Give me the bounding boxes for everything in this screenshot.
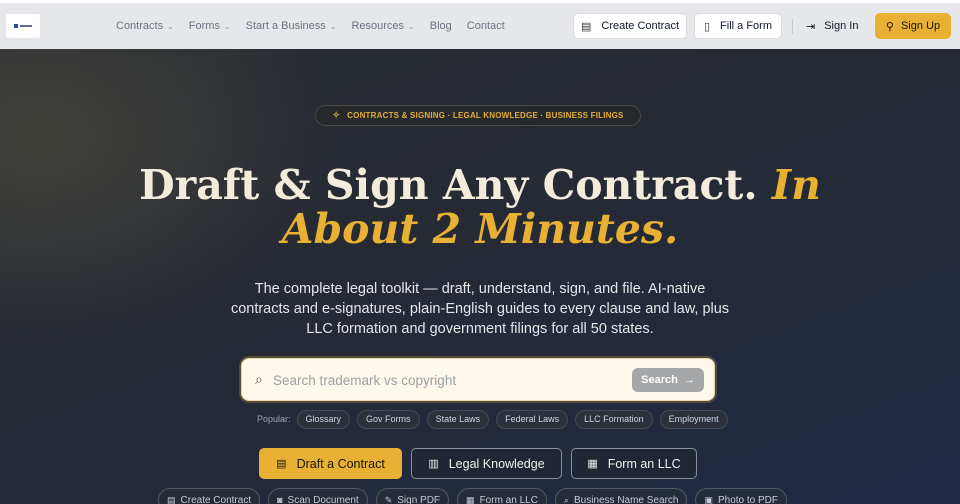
search-input[interactable]	[273, 369, 613, 391]
form-llc-label: Form an LLC	[607, 456, 681, 471]
nav-contracts-label: Contracts	[116, 20, 164, 32]
search-bar: ⌕ Search →	[241, 358, 715, 401]
tool-label: Form an LLC	[479, 494, 538, 504]
chevron-down-icon: ⌄	[223, 21, 231, 31]
nav-contracts[interactable]: Contracts ⌄	[116, 20, 174, 32]
search-button-label: Search	[641, 374, 678, 386]
tool-create-contract[interactable]: ▤ Create Contract	[158, 488, 261, 504]
image-icon: ▣	[704, 494, 713, 504]
arrow-right-icon: →	[683, 374, 695, 386]
nav-forms-label: Forms	[188, 20, 220, 32]
tool-label: Photo to PDF	[717, 494, 779, 504]
nav-contact-label: Contact	[466, 20, 505, 32]
draft-contract-button[interactable]: ▤ Draft a Contract	[259, 448, 402, 479]
user-plus-icon: ⚲	[885, 20, 894, 33]
nav-divider	[792, 19, 793, 34]
chevron-down-icon: ⌄	[329, 21, 337, 31]
sign-up-button[interactable]: ⚲ Sign Up	[875, 13, 951, 39]
create-contract-button[interactable]: ▤ Create Contract	[573, 13, 687, 39]
popular-chip[interactable]: Federal Laws	[496, 409, 569, 429]
hero-subtitle: The complete legal toolkit — draft, unde…	[230, 281, 730, 337]
popular-chip[interactable]: State Laws	[426, 409, 490, 429]
popular-chip[interactable]: Gov Forms	[357, 409, 420, 429]
form-llc-button[interactable]: ▦ Form an LLC	[571, 448, 697, 479]
form-icon: ▯	[703, 20, 711, 33]
nav-links: Contracts ⌄ Forms ⌄ Start a Business ⌄ R…	[116, 3, 520, 49]
fill-form-label: Fill a Form	[720, 20, 772, 32]
camera-icon: ◙	[277, 495, 283, 504]
document-icon: ▤	[167, 494, 176, 504]
tool-form-llc[interactable]: ▦ Form an LLC	[457, 488, 547, 504]
sign-in-label: Sign In	[824, 20, 859, 32]
chevron-down-icon: ⌄	[408, 21, 415, 31]
nav-contact[interactable]: Contact	[467, 20, 505, 32]
tagline-text: CONTRACTS & SIGNING · LEGAL KNOWLEDGE · …	[347, 111, 624, 120]
nav-blog-label: Blog	[429, 20, 452, 32]
logo-mark	[14, 24, 18, 28]
tool-sign-pdf[interactable]: ✎ Sign PDF	[375, 488, 450, 504]
create-contract-label: Create Contract	[601, 20, 680, 32]
document-icon: ▤	[276, 458, 287, 470]
document-icon: ▤	[580, 20, 592, 33]
nav-forms[interactable]: Forms ⌄	[189, 20, 231, 32]
nav-blog[interactable]: Blog	[430, 20, 452, 32]
headline-line-2: About 2 Minutes.	[281, 205, 679, 253]
tool-label: Sign PDF	[397, 494, 441, 504]
fill-form-button[interactable]: ▯ Fill a Form	[694, 13, 782, 39]
tool-label: Business Name Search	[573, 494, 679, 504]
sign-in-button[interactable]: ⇥ Sign In	[806, 13, 858, 39]
book-icon: ▥	[428, 458, 439, 470]
logo[interactable]	[6, 14, 40, 38]
tool-label: Scan Document	[287, 494, 359, 504]
popular-searches: Popular: Glossary Gov Forms State Laws F…	[257, 409, 735, 429]
sparkle-icon: ✧	[332, 110, 341, 120]
building-icon: ▦	[587, 458, 598, 470]
legal-knowledge-label: Legal Knowledge	[448, 456, 545, 471]
nav-start-business[interactable]: Start a Business ⌄	[246, 20, 337, 32]
search-icon: ⌕	[255, 371, 263, 387]
quick-tools: ▤ Create Contract ◙ Scan Document ✎ Sign…	[158, 488, 795, 504]
nav-start-business-label: Start a Business	[245, 20, 326, 32]
sign-in-icon: ⇥	[806, 20, 816, 33]
pen-icon: ✎	[384, 494, 393, 504]
popular-label: Popular:	[257, 414, 291, 424]
tool-label: Create Contract	[180, 494, 252, 504]
headline-accent: In	[771, 161, 821, 209]
headline-line-1: Draft & Sign Any Contract. In	[0, 163, 960, 207]
building-icon: ▦	[466, 494, 475, 504]
popular-chip[interactable]: Glossary	[296, 409, 351, 429]
headline-text: Draft & Sign Any Contract.	[139, 161, 772, 209]
tool-photo-to-pdf[interactable]: ▣ Photo to PDF	[695, 488, 788, 504]
nav-resources[interactable]: Resources ⌄	[351, 20, 414, 32]
navbar: Contracts ⌄ Forms ⌄ Start a Business ⌄ R…	[0, 3, 960, 49]
logo-wordmark	[20, 25, 32, 27]
tool-business-name-search[interactable]: ⌕ Business Name Search	[554, 488, 688, 504]
nav-resources-label: Resources	[351, 20, 405, 32]
draft-contract-label: Draft a Contract	[296, 456, 385, 471]
search-icon: ⌕	[563, 494, 569, 504]
search-button[interactable]: Search →	[632, 368, 704, 392]
hero-section: ✧ CONTRACTS & SIGNING · LEGAL KNOWLEDGE …	[0, 49, 960, 504]
popular-chip[interactable]: LLC Formation	[575, 409, 653, 429]
sign-up-label: Sign Up	[900, 20, 941, 32]
tagline-pill: ✧ CONTRACTS & SIGNING · LEGAL KNOWLEDGE …	[315, 105, 641, 126]
chevron-down-icon: ⌄	[167, 21, 174, 31]
legal-knowledge-button[interactable]: ▥ Legal Knowledge	[411, 448, 562, 479]
popular-chip[interactable]: Employment	[659, 409, 728, 429]
tool-scan-document[interactable]: ◙ Scan Document	[268, 488, 368, 504]
